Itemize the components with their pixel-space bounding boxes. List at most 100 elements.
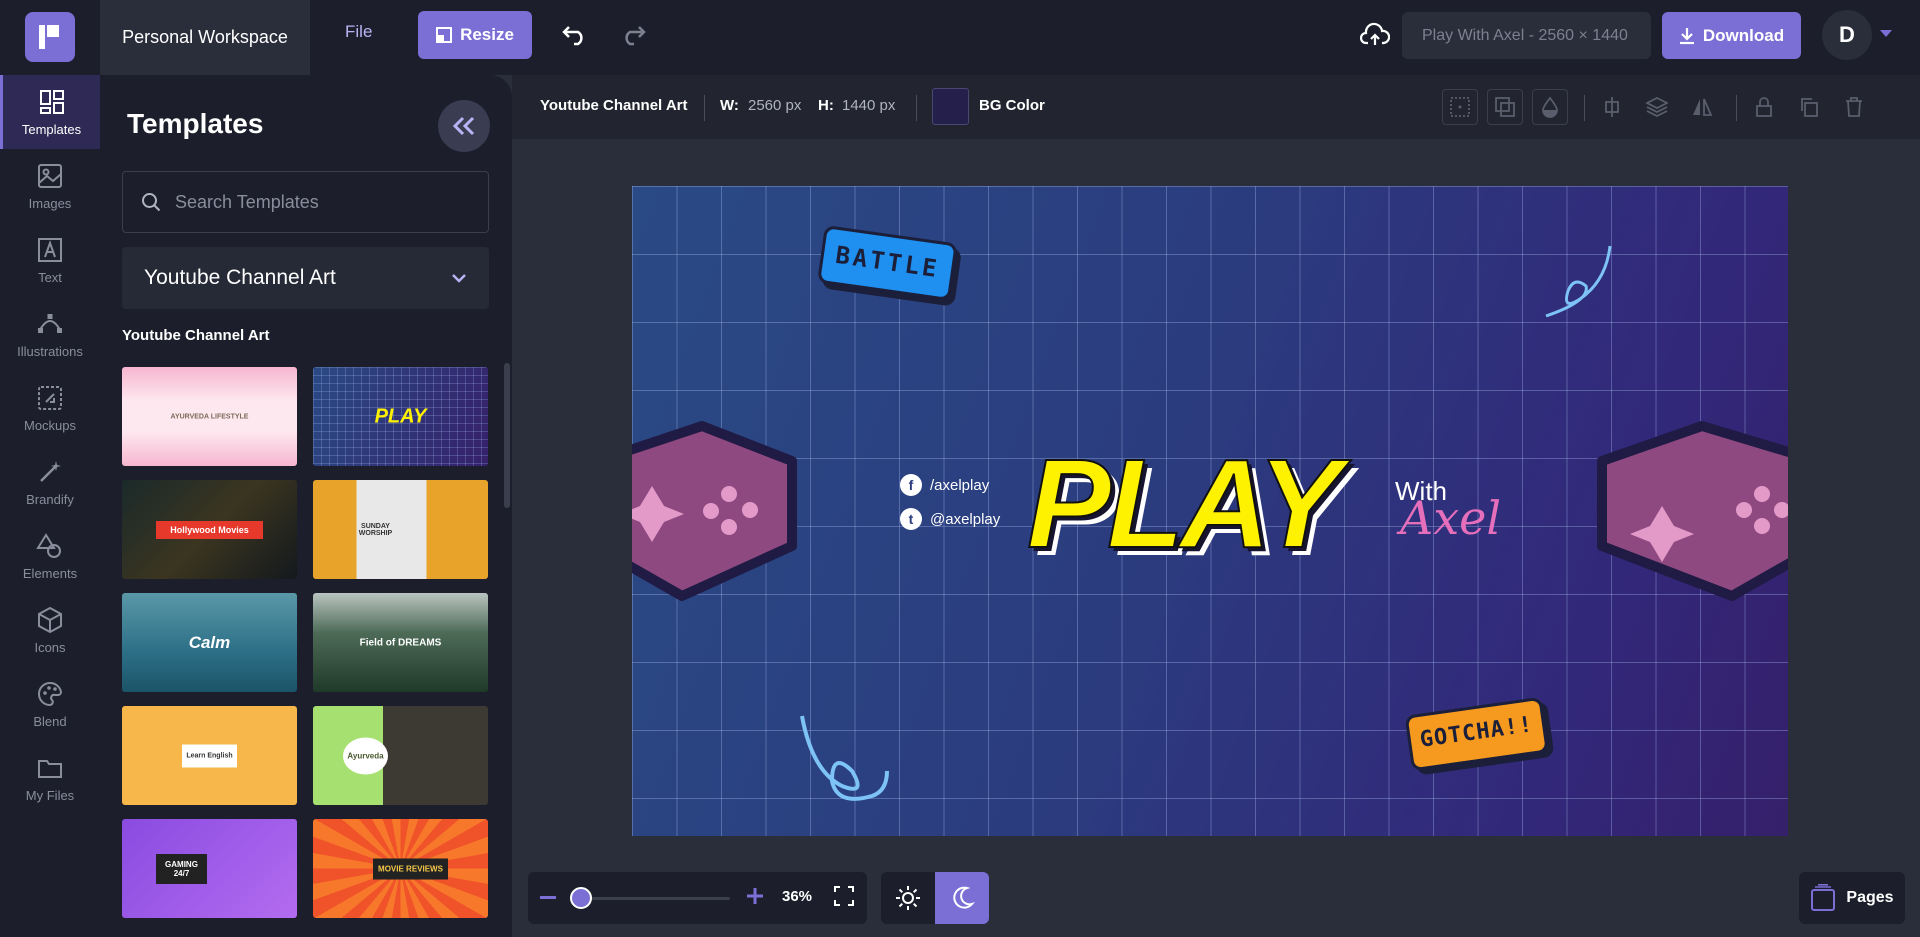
width-value[interactable]: 2560 px — [748, 97, 801, 114]
undo-icon — [562, 26, 583, 46]
download-label: Download — [1702, 25, 1785, 45]
rail-label: Brandify — [26, 491, 74, 507]
rail-label: Mockups — [23, 417, 77, 433]
cloud-upload-icon — [1359, 22, 1391, 45]
rail-item-templates[interactable]: Templates — [0, 75, 100, 149]
grid-align-button[interactable] — [1442, 89, 1478, 125]
flip-icon — [1693, 98, 1713, 116]
cloud-save-button[interactable] — [1359, 22, 1391, 53]
resize-label: Resize — [460, 25, 514, 44]
template-thumbnail[interactable]: PLAY — [313, 367, 488, 466]
illustrations-icon — [38, 313, 62, 333]
rail-item-mockups[interactable]: Mockups — [0, 371, 100, 445]
rail-item-images[interactable]: Images — [0, 149, 100, 223]
collapse-panel-button[interactable] — [438, 100, 490, 152]
blend-icon — [38, 681, 63, 706]
logo-icon — [39, 25, 59, 49]
app-logo[interactable] — [25, 12, 75, 62]
twitter-text: @axelplay — [930, 510, 1001, 528]
template-thumbnail[interactable]: MOVIE REVIEWS — [313, 819, 488, 918]
rail-item-blend[interactable]: Blend — [0, 667, 100, 741]
workspace-selector[interactable]: Personal Workspace — [100, 0, 310, 75]
lock-button[interactable] — [1746, 89, 1782, 125]
light-mode-button[interactable] — [881, 872, 935, 924]
resize-button[interactable]: Resize — [418, 11, 532, 59]
align-button[interactable] — [1594, 89, 1630, 125]
template-thumbnail[interactable]: GAMING 24/7 — [122, 819, 297, 918]
mockups-icon — [38, 385, 62, 410]
panel-scrollbar[interactable] — [504, 363, 510, 508]
pages-icon — [1811, 884, 1836, 911]
lock-icon — [1756, 97, 1772, 117]
delete-button[interactable] — [1836, 89, 1872, 125]
search-input[interactable] — [175, 191, 455, 213]
pages-button[interactable]: Pages — [1799, 872, 1905, 924]
rail-item-icons[interactable]: Icons — [0, 593, 100, 667]
download-icon — [1679, 27, 1694, 44]
zoom-in-button[interactable] — [745, 886, 765, 906]
width-label: W: — [720, 97, 739, 114]
template-thumbnail[interactable]: Ayurveda — [313, 706, 488, 805]
thumbnail-title: Hollywood Movies — [156, 520, 263, 539]
rail-label: Illustrations — [17, 343, 83, 359]
document-type: Youtube Channel Art — [540, 97, 688, 114]
opacity-button[interactable] — [1532, 89, 1568, 125]
height-label: H: — [818, 97, 834, 114]
divider — [1736, 95, 1737, 121]
zoom-controls: 36% — [528, 872, 867, 924]
template-search[interactable] — [122, 171, 489, 233]
template-thumbnail[interactable]: Calm — [122, 593, 297, 692]
rail-label: Images — [28, 195, 72, 211]
image-icon — [38, 163, 62, 188]
bg-color-swatch[interactable] — [932, 88, 969, 125]
document-name-field[interactable]: Play With Axel - 2560 × 1440 — [1402, 12, 1651, 59]
facebook-icon: f — [900, 474, 922, 496]
template-thumbnail[interactable]: Field of DREAMS — [313, 593, 488, 692]
template-thumbnail[interactable]: Hollywood Movies — [122, 480, 297, 579]
template-thumbnail[interactable]: AYURVEDA LIFESTYLE — [122, 367, 297, 466]
rail-item-elements[interactable]: Elements — [0, 519, 100, 593]
user-avatar[interactable]: D — [1822, 10, 1872, 60]
rail-item-brandify[interactable]: Brandify — [0, 445, 100, 519]
thumbnail-title: GAMING 24/7 — [156, 853, 207, 884]
moon-icon — [953, 886, 975, 909]
zoom-slider-handle[interactable] — [570, 887, 592, 909]
left-tool-rail: Templates Images Text Illustrations Mock… — [0, 75, 100, 937]
sun-icon — [896, 886, 920, 910]
gamepad-right-illustration — [1597, 421, 1788, 601]
align-center-icon — [1605, 97, 1619, 117]
squiggle-decoration — [800, 715, 889, 801]
template-thumbnail[interactable]: Learn English — [122, 706, 297, 805]
category-dropdown[interactable]: Youtube Channel Art — [122, 247, 489, 309]
gamepad-left-illustration — [632, 421, 797, 601]
rail-label: Text — [38, 269, 62, 285]
rail-item-my-files[interactable]: My Files — [0, 741, 100, 815]
facebook-text: /axelplay — [930, 476, 990, 494]
elements-icon — [36, 532, 61, 558]
rail-item-text[interactable]: Text — [0, 223, 100, 297]
folder-icon — [38, 759, 62, 778]
text-icon — [38, 237, 62, 262]
zoom-out-button[interactable] — [540, 896, 556, 899]
rail-item-illustrations[interactable]: Illustrations — [0, 297, 100, 371]
chevron-down-icon[interactable] — [1880, 30, 1892, 37]
download-button[interactable]: Download — [1662, 12, 1801, 59]
design-canvas[interactable]: BATTLE GOTCHA!! f /axelplay t @axelplay … — [632, 186, 1788, 836]
rail-label: Blend — [33, 713, 67, 729]
thumbnail-title: Ayurveda — [343, 737, 388, 774]
section-label: Youtube Channel Art — [122, 327, 270, 344]
copy-button[interactable] — [1791, 89, 1827, 125]
file-menu-button[interactable]: File — [345, 22, 372, 42]
fit-screen-icon[interactable] — [834, 886, 854, 906]
flip-button[interactable] — [1684, 89, 1720, 125]
layers-button[interactable] — [1639, 89, 1675, 125]
height-value[interactable]: 1440 px — [842, 97, 895, 114]
dark-mode-button[interactable] — [935, 872, 989, 924]
undo-button[interactable] — [560, 24, 588, 51]
brandify-icon — [40, 460, 61, 482]
redo-button[interactable] — [620, 24, 648, 51]
pages-label: Pages — [1846, 889, 1894, 906]
template-thumbnail[interactable]: SUNDAY WORSHIP — [313, 480, 488, 579]
zoom-slider-track[interactable] — [580, 897, 730, 900]
duplicate-frame-button[interactable] — [1487, 89, 1523, 125]
